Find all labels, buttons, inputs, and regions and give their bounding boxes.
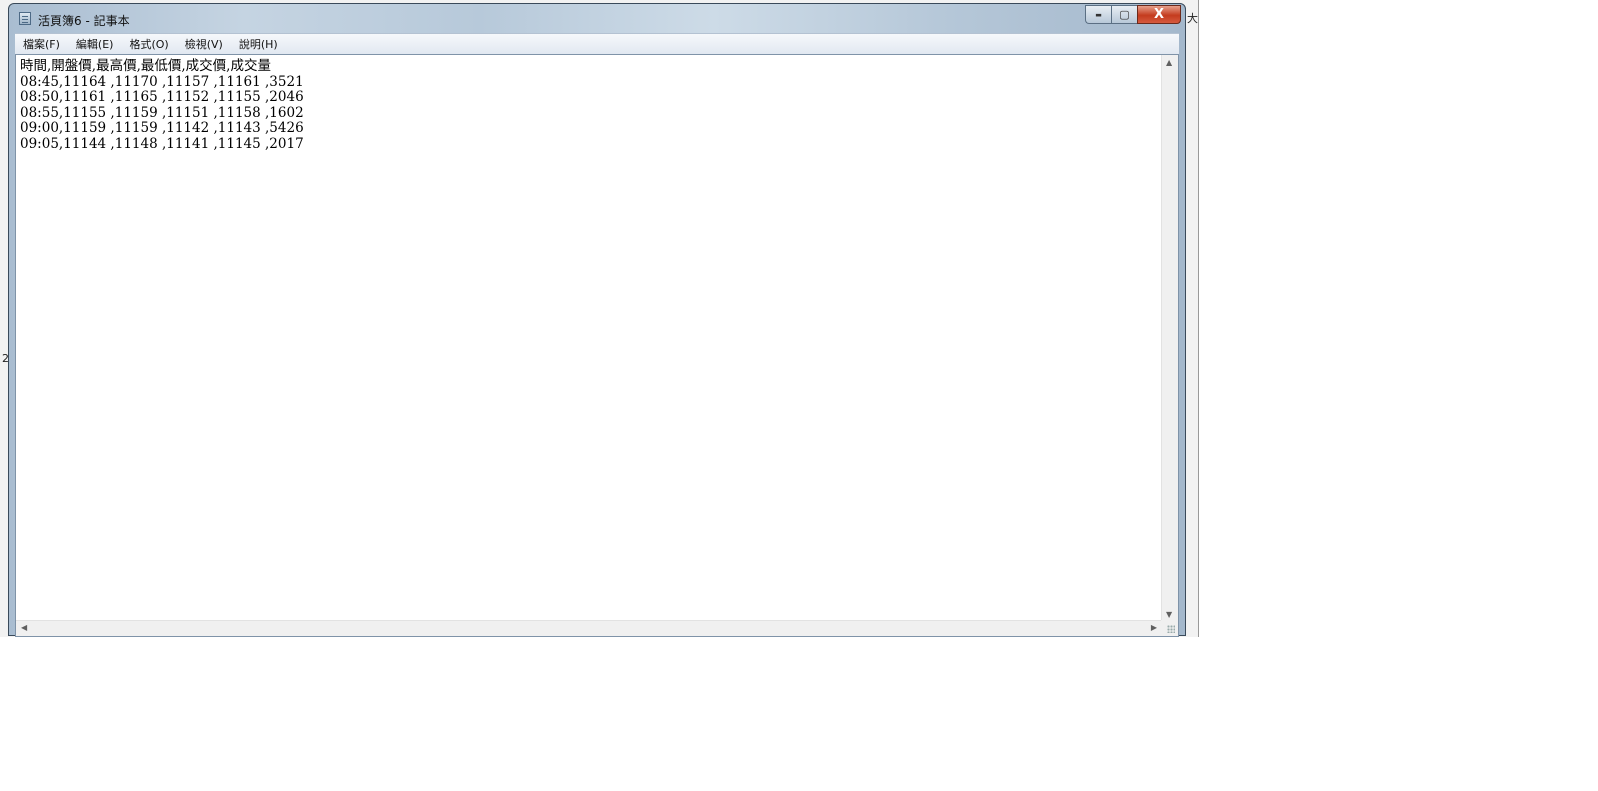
title-bar[interactable]: 活頁簿6 - 記事本 ▬ ▢ X (9, 4, 1185, 32)
maximize-button[interactable]: ▢ (1111, 5, 1137, 24)
minimize-icon: ▬ (1095, 10, 1102, 19)
text-line: 09:00,11159 ,11159 ,11142 ,11143 ,5426 (20, 120, 304, 137)
scroll-left-icon[interactable]: ◀ (21, 623, 27, 632)
window-controls: ▬ ▢ X (1085, 5, 1181, 25)
horizontal-scrollbar[interactable]: ◀ ▶ (16, 620, 1162, 636)
window-title: 活頁簿6 - 記事本 (38, 14, 130, 28)
vertical-scrollbar[interactable]: ▲ ▼ (1161, 55, 1178, 622)
menu-help[interactable]: 說明(H) (231, 36, 286, 52)
scroll-down-icon[interactable]: ▼ (1166, 610, 1172, 619)
background-text-fragment: 大 (1187, 12, 1198, 25)
close-icon: X (1153, 7, 1165, 22)
text-line: 時間,開盤價,最高價,最低價,成交價,成交量 (20, 58, 271, 74)
text-line: 08:55,11155 ,11159 ,11151 ,11158 ,1602 (20, 104, 304, 121)
scroll-up-icon[interactable]: ▲ (1166, 58, 1172, 67)
close-button[interactable]: X (1137, 5, 1181, 24)
text-editor-area[interactable]: 時間,開盤價,最高價,最低價,成交價,成交量 08:45,11164 ,1117… (15, 54, 1179, 637)
menu-edit[interactable]: 編輯(E) (68, 36, 122, 52)
menu-file[interactable]: 檔案(F) (15, 36, 68, 52)
menu-view[interactable]: 檢視(V) (177, 36, 231, 52)
scroll-right-icon[interactable]: ▶ (1151, 623, 1157, 632)
text-line: 08:50,11161 ,11165 ,11152 ,11155 ,2046 (20, 89, 304, 106)
notepad-window: 活頁簿6 - 記事本 ▬ ▢ X 檔案(F) 編輯(E) 格式(O) 檢視(V)… (8, 3, 1186, 637)
notepad-icon[interactable] (19, 12, 31, 25)
minimize-button[interactable]: ▬ (1085, 5, 1111, 24)
text-line: 08:45,11164 ,11170 ,11157 ,11161 ,3521 (20, 73, 304, 90)
menu-format[interactable]: 格式(O) (121, 36, 176, 52)
maximize-icon: ▢ (1119, 8, 1130, 21)
menu-bar: 檔案(F) 編輯(E) 格式(O) 檢視(V) 說明(H) (15, 33, 1179, 55)
text-line: 09:05,11144 ,11148 ,11141 ,11145 ,2017 (20, 135, 304, 152)
resize-grip[interactable] (1161, 620, 1178, 636)
document-text[interactable]: 時間,開盤價,最高價,最低價,成交價,成交量 08:45,11164 ,1117… (20, 58, 304, 153)
